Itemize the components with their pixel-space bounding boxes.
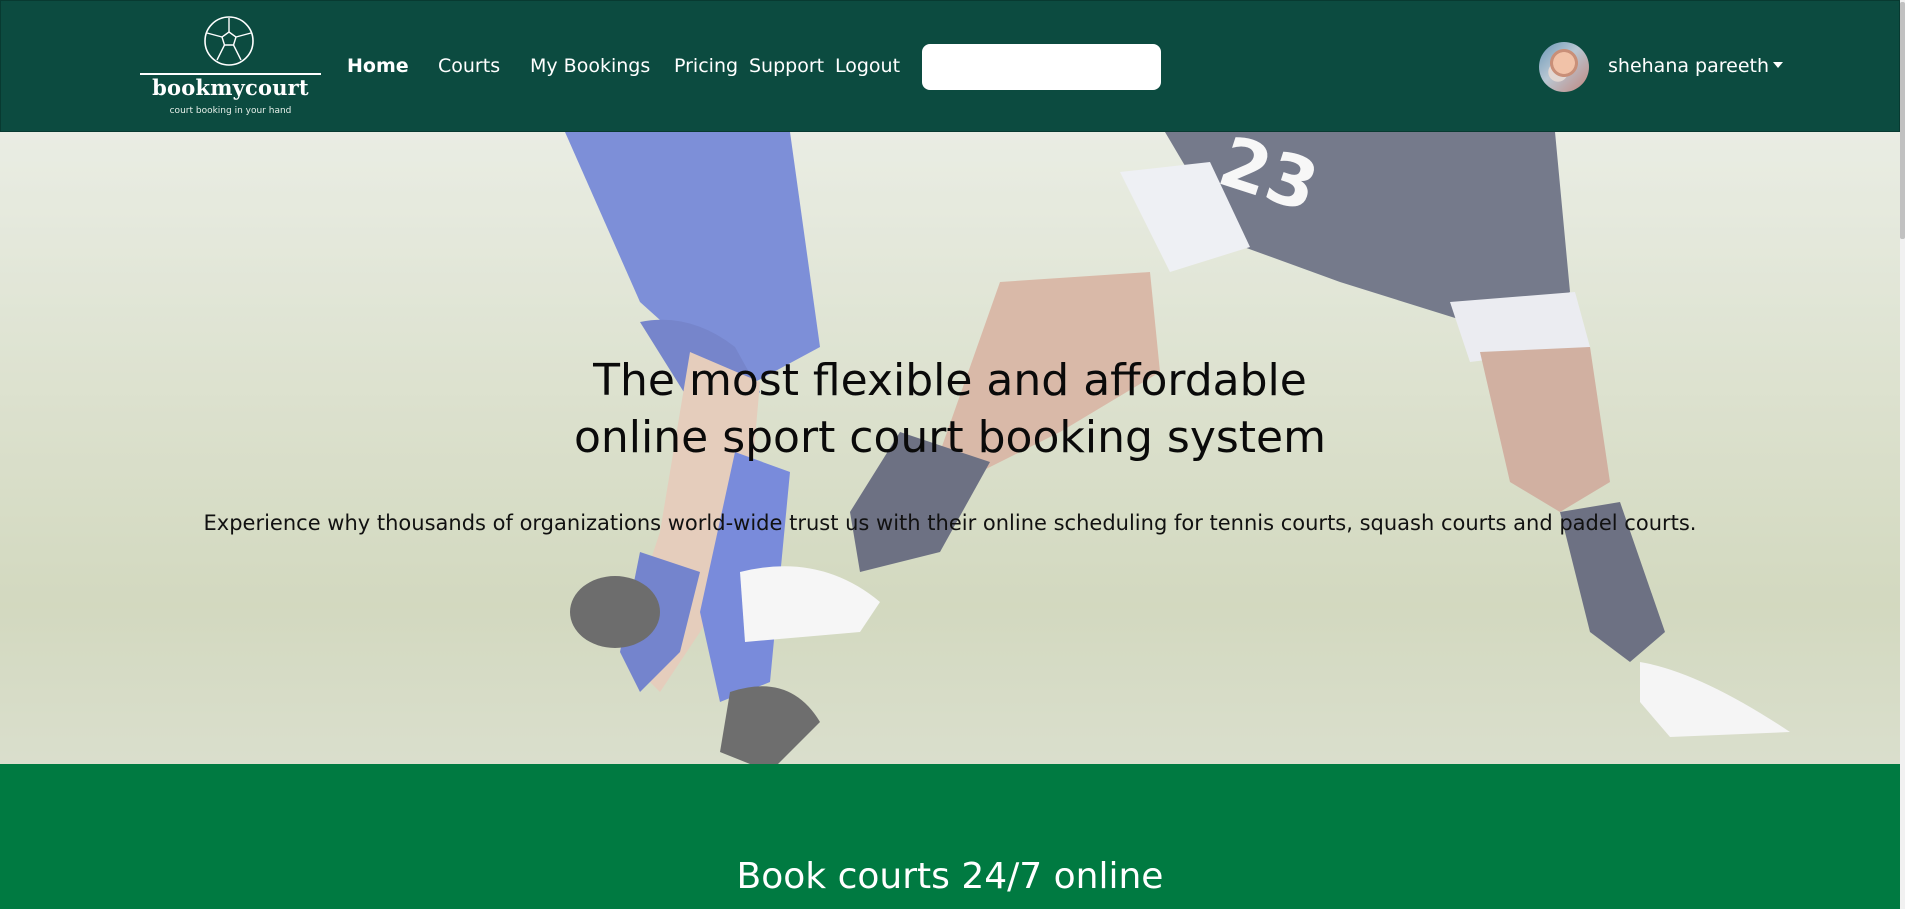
hero-subtitle: Experience why thousands of organization… <box>203 511 1697 535</box>
nav-support[interactable]: Support <box>749 55 824 77</box>
booking-section: Book courts 24/7 online <box>0 764 1900 909</box>
search-input[interactable] <box>922 44 1161 90</box>
hero-title-line-1: The most flexible and affordable <box>593 355 1307 406</box>
user-name: shehana pareeth <box>1608 55 1770 77</box>
brand-tagline: court booking in your hand <box>169 106 292 116</box>
caret-down-icon <box>1773 62 1784 68</box>
nav-courts[interactable]: Courts <box>438 55 500 77</box>
scrollbar-thumb[interactable] <box>1900 2 1905 239</box>
nav-home[interactable]: Home <box>347 55 409 77</box>
hero-title: The most flexible and affordable online … <box>0 352 1900 466</box>
user-menu-toggle[interactable]: shehana pareeth <box>1608 55 1784 77</box>
nav-logout[interactable]: Logout <box>835 55 900 77</box>
hero-section: 23 The most flexible and affordable onli… <box>0 132 1900 764</box>
brand-name: bookmycourt <box>152 75 309 100</box>
brand-logo[interactable]: bookmycourt court booking in your hand <box>140 15 321 121</box>
avatar[interactable] <box>1539 42 1589 92</box>
hero-title-line-2: online sport court booking system <box>574 412 1326 463</box>
nav-pricing[interactable]: Pricing <box>674 55 738 77</box>
section-title: Book courts 24/7 online <box>736 856 1164 897</box>
top-navbar: bookmycourt court booking in your hand H… <box>0 0 1900 132</box>
nav-my-bookings[interactable]: My Bookings <box>530 55 650 77</box>
soccer-ball-icon <box>204 16 254 66</box>
